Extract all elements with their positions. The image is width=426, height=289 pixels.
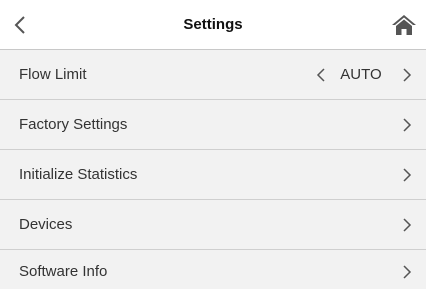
chevron-right-icon (403, 218, 412, 232)
settings-row-label: Factory Settings (19, 116, 128, 133)
settings-row-devices[interactable]: Devices (0, 200, 426, 250)
settings-row-initialize-statistics[interactable]: Initialize Statistics (0, 150, 426, 200)
chevron-right-icon (403, 265, 412, 279)
chevron-right-icon (403, 118, 412, 132)
settings-row-factory-settings[interactable]: Factory Settings (0, 100, 426, 150)
settings-row-software-info[interactable]: Software Info (0, 250, 426, 288)
settings-list: Flow Limit AUTO Factory Settings Initial… (0, 50, 426, 288)
flow-limit-value: AUTO (340, 66, 382, 83)
settings-row-label: Software Info (19, 263, 108, 280)
header-bar: Settings (0, 0, 426, 50)
settings-row-label: Initialize Statistics (19, 166, 138, 183)
settings-row-label: Devices (19, 216, 73, 233)
chevron-left-icon (14, 16, 25, 34)
home-icon (392, 15, 416, 35)
settings-row-flow-limit[interactable]: Flow Limit AUTO (0, 50, 426, 100)
chevron-right-icon (403, 168, 412, 182)
settings-screen: Settings Flow Limit AUTO Factory Setting… (0, 0, 426, 289)
page-title: Settings (183, 16, 243, 33)
increase-chevron-icon[interactable] (402, 67, 412, 83)
back-button[interactable] (0, 0, 40, 50)
settings-row-label: Flow Limit (19, 66, 87, 83)
decrease-chevron-icon[interactable] (316, 67, 326, 83)
home-button[interactable] (382, 0, 426, 50)
